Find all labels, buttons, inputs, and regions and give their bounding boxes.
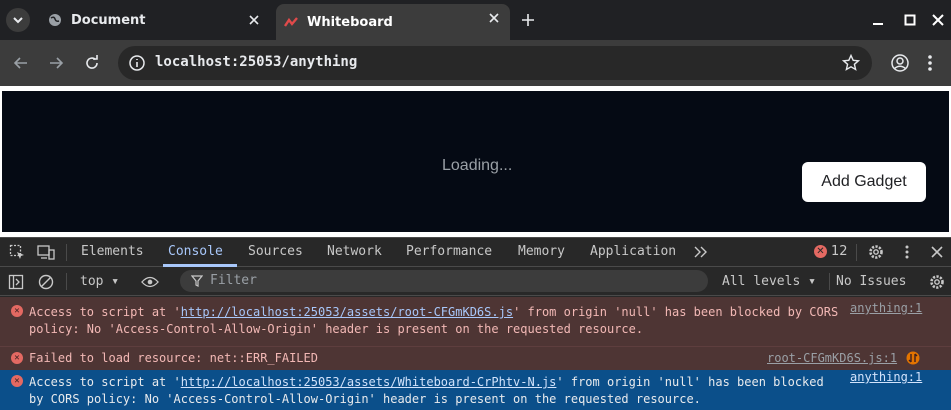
error-count: 12	[831, 244, 848, 259]
more-tabs-icon[interactable]	[692, 243, 710, 261]
more-vert-icon[interactable]	[925, 53, 935, 73]
error-count-badge[interactable]: ✕ 12	[814, 244, 848, 259]
message-source-link[interactable]: anything:1	[850, 300, 922, 317]
sidebar-toggle-icon[interactable]	[7, 273, 25, 291]
log-levels-dropdown[interactable]: All levels ▾	[722, 274, 816, 289]
close-tab-icon[interactable]	[246, 12, 262, 28]
error-icon: ✕	[11, 375, 23, 387]
tab-whiteboard[interactable]: Whiteboard	[276, 4, 510, 40]
url-text[interactable]: localhost:25053/anything	[155, 54, 357, 70]
eye-icon[interactable]	[141, 273, 159, 291]
devtools-tab-memory[interactable]: Memory	[518, 244, 565, 259]
forward-button[interactable]	[45, 52, 67, 74]
message-line-2: by CORS policy: No 'Access-Control-Allow…	[29, 392, 701, 406]
reload-icon	[86, 55, 98, 69]
inspect-element-icon[interactable]	[8, 243, 26, 261]
error-icon: ✕	[814, 245, 827, 258]
filter-placeholder: Filter	[210, 273, 257, 288]
log-levels-label: All levels	[722, 274, 801, 289]
minimize-icon	[873, 23, 883, 25]
script-link[interactable]: http://localhost:25053/assets/root-CFGmK…	[181, 305, 513, 319]
context-label: top	[80, 274, 104, 289]
browser-toolbar: localhost:25053/anything	[0, 40, 951, 86]
console-filter-input[interactable]: Filter	[180, 270, 708, 292]
device-toolbar-icon[interactable]	[37, 243, 55, 261]
devtools-tab-network[interactable]: Network	[327, 244, 382, 259]
context-selector[interactable]: top ▾	[80, 274, 119, 289]
divider	[66, 273, 67, 290]
close-icon	[932, 14, 944, 26]
filter-icon	[191, 275, 203, 287]
console-error-message-selected[interactable]: ✕ Access to script at 'http://localhost:…	[0, 370, 951, 410]
devtools-tab-sources[interactable]: Sources	[248, 244, 303, 259]
console-error-message[interactable]: ✕ Access to script at 'http://localhost:…	[0, 297, 951, 346]
bookmark-star-icon[interactable]	[842, 54, 860, 72]
chevron-down-icon	[13, 17, 23, 24]
close-tab-icon[interactable]	[486, 10, 502, 26]
tab-title: Whiteboard	[307, 14, 393, 30]
tab-document[interactable]: Document	[44, 6, 270, 34]
message-source-link[interactable]: root-CFGmKD6S.js:1	[767, 350, 897, 367]
error-icon: ✕	[11, 352, 23, 364]
divider	[829, 273, 830, 290]
error-icon: ✕	[11, 305, 23, 317]
message-suffix: ' from origin 'null' has been blocked	[556, 375, 824, 389]
devtools-tab-console[interactable]: Console	[168, 244, 223, 259]
globe-icon	[48, 13, 62, 27]
console-toolbar: top ▾ Filter All levels ▾ No Issues	[0, 267, 951, 296]
message-text: Access to script at 'http://localhost:25…	[29, 374, 824, 408]
new-tab-button[interactable]	[518, 10, 538, 30]
divider	[856, 244, 857, 261]
devtools-menu-icon[interactable]	[898, 243, 916, 261]
address-bar[interactable]: localhost:25053/anything	[118, 46, 872, 80]
minimize-button[interactable]	[868, 10, 888, 30]
console-settings-gear-icon[interactable]	[928, 273, 946, 291]
message-suffix: ' from origin 'null' has been blocked by…	[513, 305, 839, 319]
script-link[interactable]: http://localhost:25053/assets/Whiteboard…	[181, 375, 557, 389]
loading-text: Loading...	[442, 157, 513, 174]
maximize-icon	[904, 14, 916, 26]
devtools-tabbar: Elements Console Sources Network Perform…	[0, 238, 951, 267]
page-content: Loading... Add Gadget	[0, 86, 951, 237]
tab-title: Document	[71, 12, 146, 28]
whiteboard-logo-icon	[284, 15, 298, 29]
divider	[66, 244, 67, 261]
issues-button[interactable]: No Issues	[836, 274, 906, 289]
settings-gear-icon[interactable]	[867, 243, 885, 261]
site-info-icon[interactable]	[128, 54, 146, 72]
tab-strip: Document Whiteboard	[0, 0, 951, 40]
message-text: Failed to load resource: net::ERR_FAILED	[29, 351, 318, 365]
devtools-tab-application[interactable]: Application	[590, 244, 676, 259]
profile-icon[interactable]	[890, 53, 910, 73]
whiteboard-canvas[interactable]: Loading... Add Gadget	[2, 91, 949, 232]
arrow-left-icon	[13, 57, 27, 69]
close-window-button[interactable]	[928, 10, 948, 30]
back-button[interactable]	[10, 52, 32, 74]
reload-button[interactable]	[81, 52, 103, 74]
console-error-message[interactable]: ✕ Failed to load resource: net::ERR_FAIL…	[0, 346, 951, 370]
devtools-tab-elements[interactable]: Elements	[81, 244, 144, 259]
clear-console-icon[interactable]	[37, 273, 55, 291]
plus-icon	[522, 14, 534, 26]
arrow-right-icon	[50, 57, 64, 69]
message-text: Access to script at 'http://localhost:25…	[29, 304, 838, 338]
devtools-tab-performance[interactable]: Performance	[406, 244, 492, 259]
network-request-icon[interactable]	[906, 351, 920, 365]
maximize-button[interactable]	[900, 10, 920, 30]
message-source-link[interactable]: anything:1	[850, 369, 922, 386]
message-line-2: policy: No 'Access-Control-Allow-Origin'…	[29, 322, 644, 336]
message-prefix: Access to script at '	[29, 375, 181, 389]
add-gadget-button[interactable]: Add Gadget	[802, 162, 926, 202]
message-prefix: Access to script at '	[29, 305, 181, 319]
devtools-panel: Elements Console Sources Network Perform…	[0, 237, 951, 410]
close-devtools-icon[interactable]	[928, 243, 946, 261]
tab-search-button[interactable]	[6, 8, 30, 32]
